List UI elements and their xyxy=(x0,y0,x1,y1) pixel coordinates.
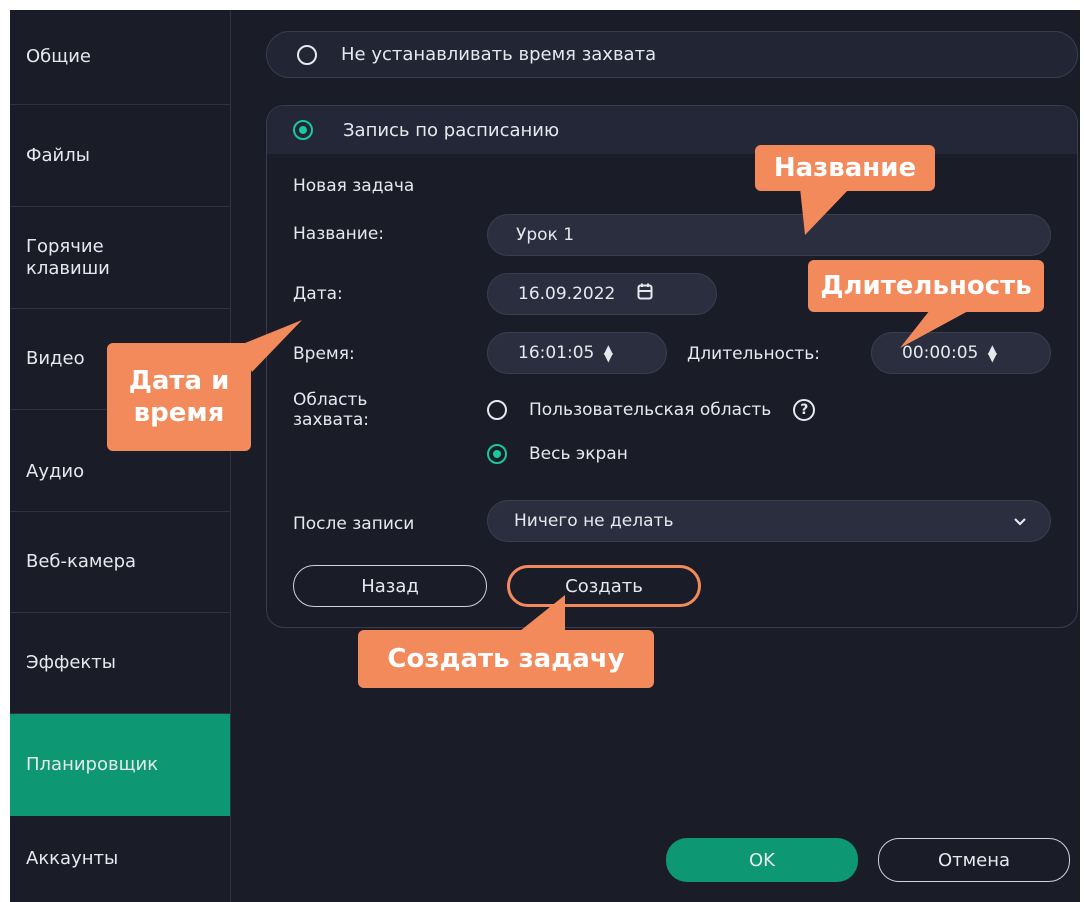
callout-pointers xyxy=(240,188,970,635)
callout-create-task: Создать задачу xyxy=(358,630,654,688)
callout-date-time: Дата и время xyxy=(107,343,251,451)
callout-name: Название xyxy=(755,145,935,191)
settings-dialog: Общие Файлы Горячие клавиши Видео Аудио … xyxy=(10,10,1080,902)
callout-duration: Длительность xyxy=(808,260,1044,312)
